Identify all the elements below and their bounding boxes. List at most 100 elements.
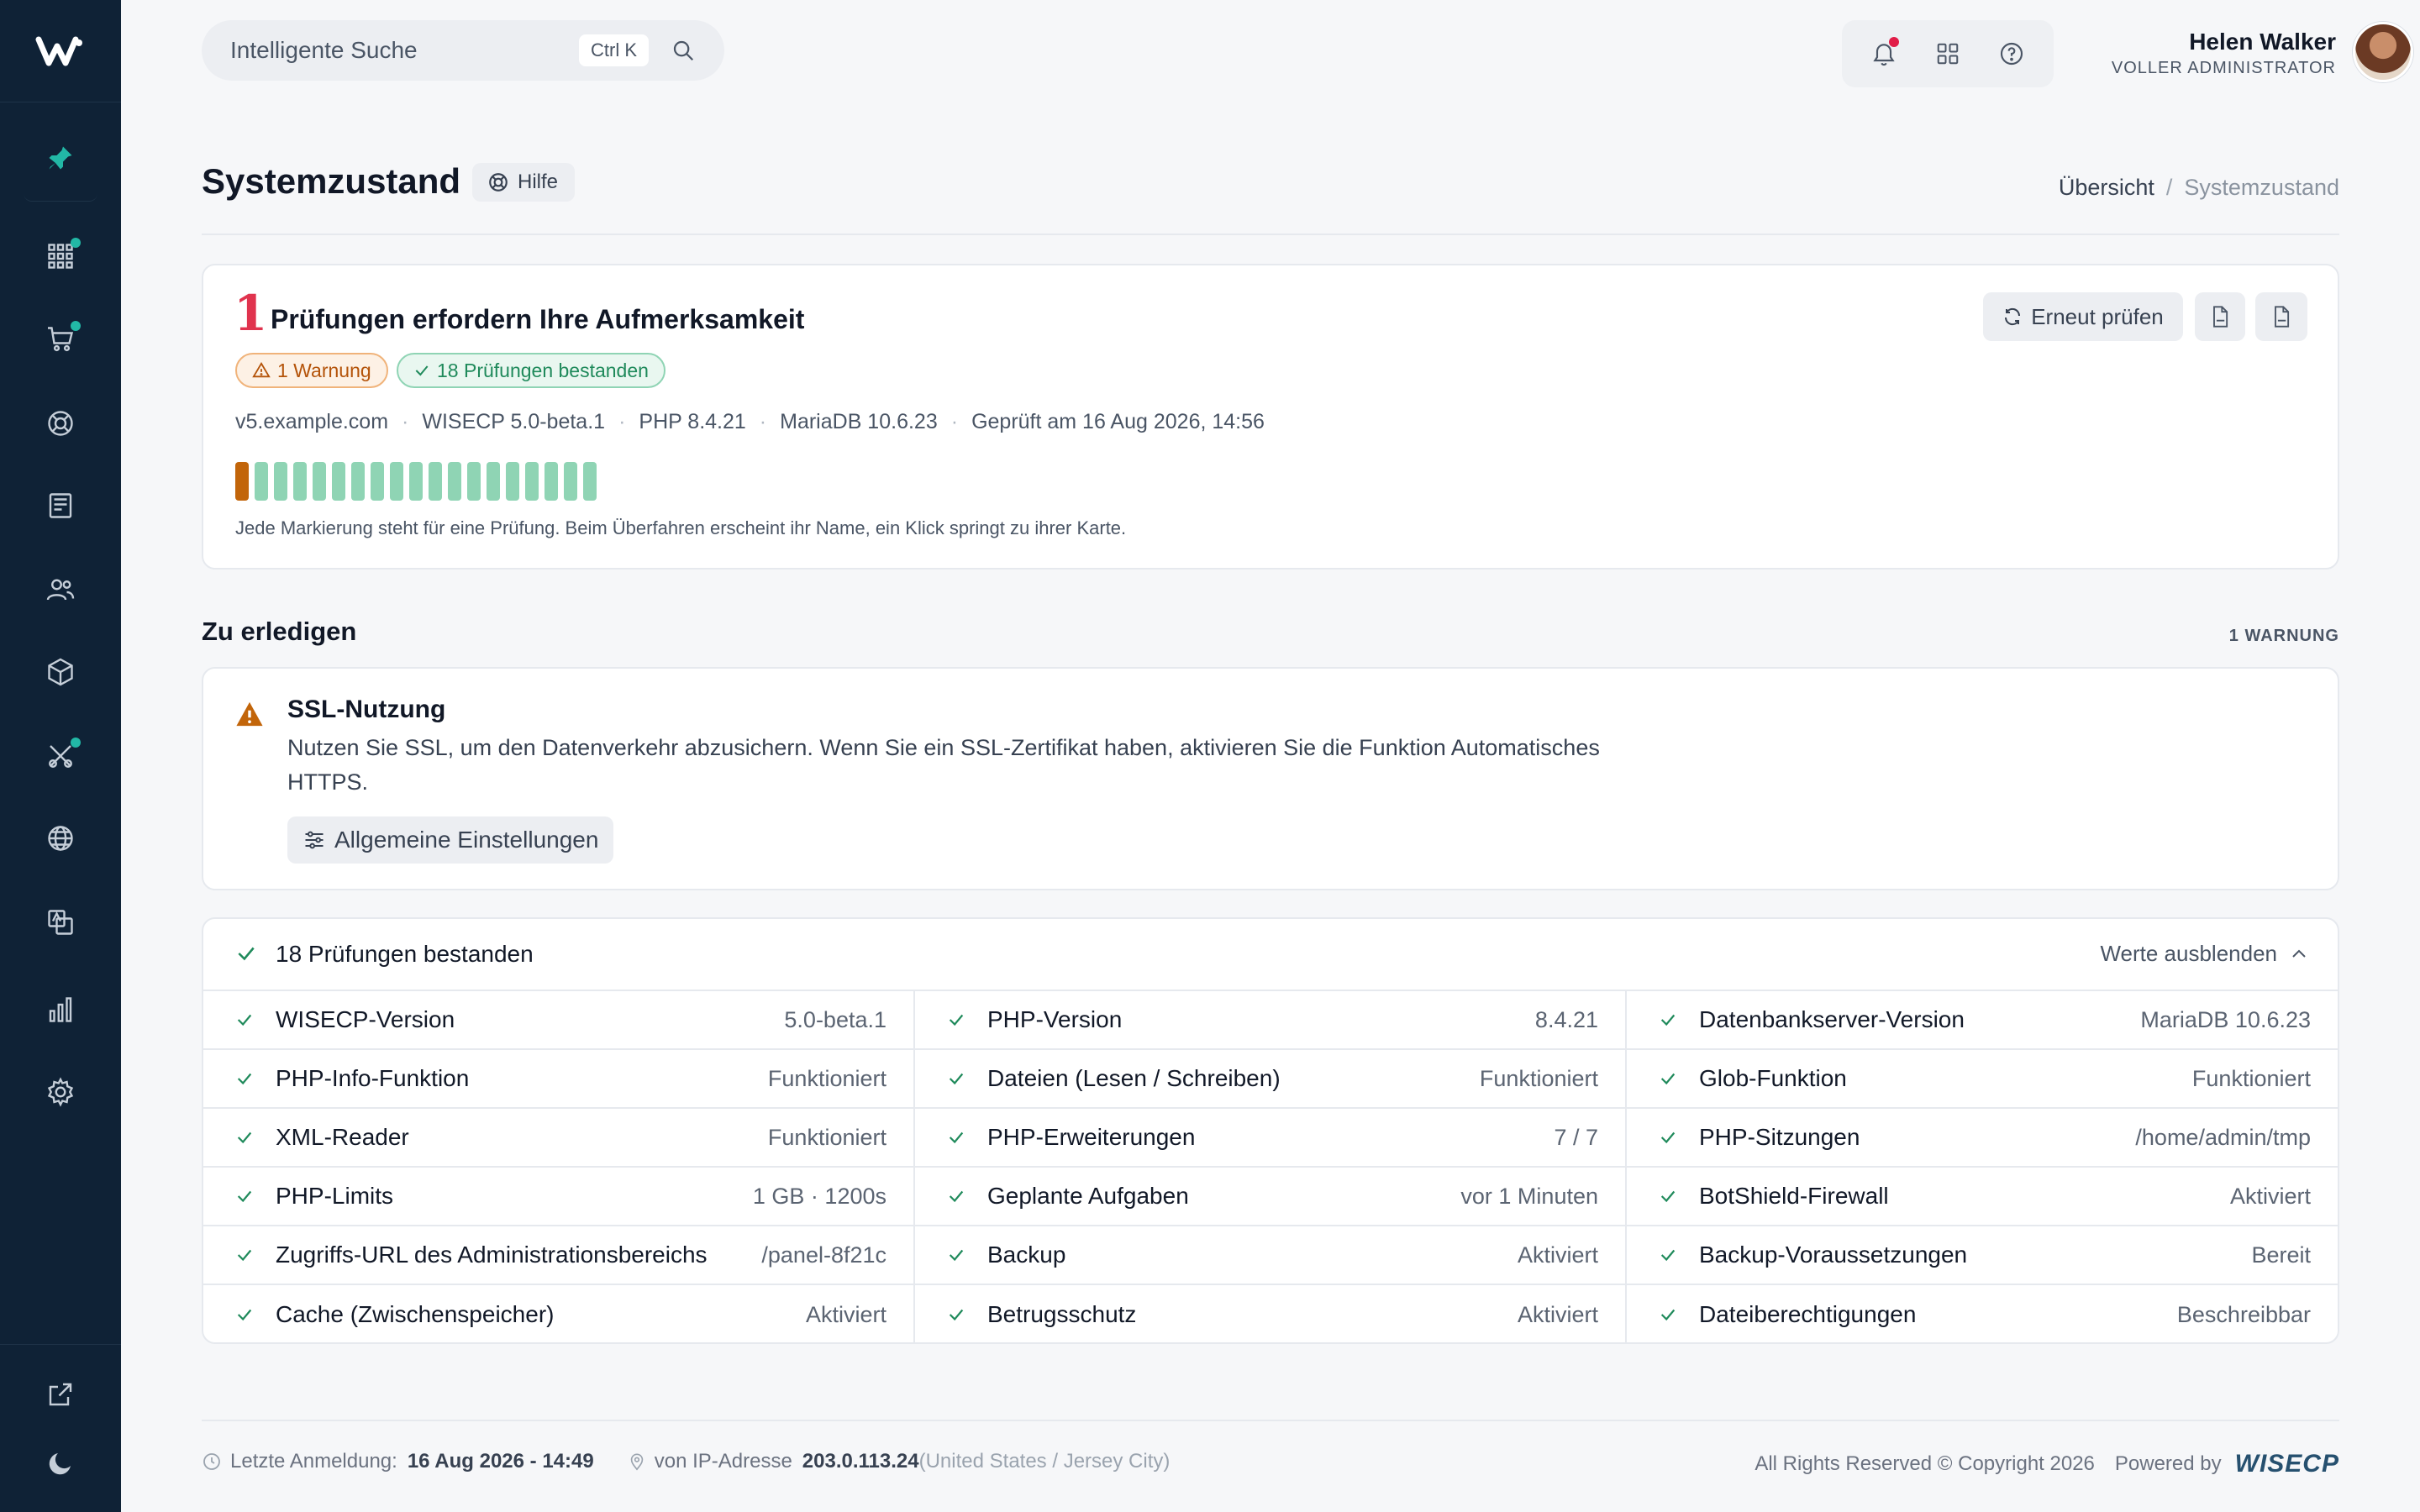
check-marker-passed[interactable] — [583, 462, 597, 501]
powered-by-label: Powered by — [2114, 1452, 2222, 1475]
check-name: Betrugsschutz — [987, 1301, 1137, 1327]
breadcrumb: Übersicht / Systemzustand — [2059, 175, 2339, 201]
hide-values-toggle[interactable]: Werte ausblenden — [2100, 941, 2309, 967]
check-icon — [1659, 1246, 1681, 1264]
ip-label: von IP-Adresse — [654, 1450, 792, 1473]
bell-icon[interactable] — [1867, 37, 1901, 71]
export-text-button[interactable] — [2195, 292, 2245, 341]
check-value: 5.0-beta.1 — [784, 1006, 886, 1032]
general-settings-button[interactable]: Allgemeine Einstellungen — [287, 816, 614, 864]
avatar[interactable] — [2353, 22, 2413, 82]
lifebuoy-icon[interactable] — [37, 400, 84, 447]
check-marker-passed[interactable] — [332, 462, 345, 501]
check-marker-passed[interactable] — [274, 462, 287, 501]
check-icon — [235, 1069, 257, 1088]
search-input[interactable]: Intelligente Suche Ctrl K — [202, 20, 724, 81]
check-marker-passed[interactable] — [467, 462, 481, 501]
check-marker-passed[interactable] — [371, 462, 384, 501]
chevron-up-icon — [2292, 949, 2306, 958]
user-menu[interactable]: Helen Walker VOLLER ADMINISTRATOR — [2067, 22, 2420, 82]
breadcrumb-item-overview[interactable]: Übersicht — [2059, 175, 2154, 200]
document-icon — [2275, 306, 2290, 328]
logo-icon — [35, 36, 82, 66]
help-button[interactable]: Hilfe — [472, 163, 576, 202]
attention-count: 1 — [234, 285, 268, 342]
search-shortcut-badge: Ctrl K — [579, 34, 649, 66]
gear-icon[interactable] — [37, 1068, 84, 1116]
check-row: Datenbankserver-Version MariaDB 10.6.23 — [1627, 991, 2338, 1050]
check-marker-passed[interactable] — [255, 462, 268, 501]
check-marker-passed[interactable] — [390, 462, 403, 501]
general-settings-label: Allgemeine Einstellungen — [334, 827, 599, 853]
check-name: PHP-Sitzungen — [1699, 1124, 1860, 1150]
last-login-info: Letzte Anmeldung: 16 Aug 2026 - 14:49 vo… — [202, 1450, 1170, 1473]
check-marker-warning[interactable] — [235, 462, 249, 501]
passed-checks-title: 18 Prüfungen bestanden — [276, 941, 534, 967]
help-circle-icon[interactable] — [1995, 37, 2028, 71]
footer: Letzte Anmeldung: 16 Aug 2026 - 14:49 vo… — [202, 1420, 2339, 1504]
document-icon — [2213, 306, 2228, 328]
ssl-warning-card: SSL-Nutzung Nutzen Sie SSL, um den Daten… — [202, 667, 2339, 890]
notification-dot — [1889, 37, 1899, 47]
recheck-button[interactable]: Erneut prüfen — [1983, 292, 2183, 341]
check-icon — [235, 1246, 257, 1264]
check-name: Cache (Zwischenspeicher) — [276, 1301, 555, 1327]
check-marker-passed[interactable] — [409, 462, 423, 501]
apps-icon[interactable] — [1931, 37, 1965, 71]
check-marker-passed[interactable] — [293, 462, 307, 501]
check-row: Betrugsschutz Aktiviert — [915, 1285, 1627, 1344]
user-name: Helen Walker — [2189, 29, 2336, 55]
meta-database: MariaDB 10.6.23 — [780, 410, 938, 433]
check-row: Zugriffs-URL des Administrationsbereichs… — [203, 1226, 915, 1285]
check-name: Glob-Funktion — [1699, 1065, 1847, 1091]
pin-icon[interactable] — [37, 134, 84, 181]
check-marker-passed[interactable] — [564, 462, 577, 501]
meta-domain: v5.example.com — [235, 410, 389, 433]
users-icon[interactable] — [37, 566, 84, 613]
check-marker-passed[interactable] — [506, 462, 519, 501]
check-marker-passed[interactable] — [525, 462, 539, 501]
moon-icon[interactable] — [37, 1440, 84, 1487]
package-icon[interactable] — [37, 648, 84, 696]
check-icon — [238, 947, 255, 961]
warning-badge[interactable]: 1 Warnung — [235, 353, 388, 388]
check-marker-passed[interactable] — [313, 462, 326, 501]
globe-icon[interactable] — [37, 815, 84, 862]
hide-values-label: Werte ausblenden — [2100, 941, 2277, 966]
check-marker-passed[interactable] — [351, 462, 365, 501]
check-name: WISECP-Version — [276, 1006, 455, 1032]
passed-checks-header[interactable]: 18 Prüfungen bestanden Werte ausblenden — [203, 919, 2338, 991]
invoice-icon[interactable] — [37, 482, 84, 529]
brand-logo: WISECP — [2234, 1450, 2339, 1478]
check-marker-passed[interactable] — [448, 462, 461, 501]
check-value: MariaDB 10.6.23 — [2140, 1006, 2311, 1032]
search-icon[interactable] — [671, 38, 696, 63]
check-name: Backup — [987, 1242, 1066, 1268]
warning-icon — [252, 361, 271, 378]
tools-icon[interactable] — [37, 732, 84, 780]
translate-icon[interactable] — [37, 899, 84, 946]
check-name: Zugriffs-URL des Administrationsbereichs — [276, 1242, 708, 1268]
grid-icon[interactable] — [37, 233, 84, 280]
export-json-button[interactable] — [2255, 292, 2307, 341]
notification-dot — [71, 238, 81, 248]
passed-badge[interactable]: 18 Prüfungen bestanden — [397, 353, 666, 388]
user-role: VOLLER ADMINISTRATOR — [2111, 59, 2336, 77]
powered-by[interactable]: Powered by WISECP — [2115, 1450, 2339, 1478]
check-marker-passed[interactable] — [487, 462, 500, 501]
check-name: XML-Reader — [276, 1124, 409, 1150]
passed-badge-label: 18 Prüfungen bestanden — [437, 359, 649, 381]
check-row: PHP-Info-Funktion Funktioniert — [203, 1050, 915, 1109]
check-marker-passed[interactable] — [429, 462, 442, 501]
cart-icon[interactable] — [37, 316, 84, 363]
check-row: Dateien (Lesen / Schreiben) Funktioniert — [915, 1050, 1627, 1109]
copyright-text: All Rights Reserved © Copyright 2026 — [1754, 1452, 2095, 1475]
check-marker-passed[interactable] — [544, 462, 558, 501]
check-row: Cache (Zwischenspeicher) Aktiviert — [203, 1285, 915, 1344]
passed-checks-grid: WISECP-Version 5.0-beta.1 PHP-Version 8.4.2… — [203, 991, 2338, 1344]
check-row: Dateiberechtigungen Beschreibbar — [1627, 1285, 2338, 1344]
external-link-icon[interactable] — [37, 1371, 84, 1418]
chart-icon[interactable] — [37, 986, 84, 1033]
logo[interactable] — [0, 0, 121, 102]
check-icon — [1659, 1069, 1681, 1088]
